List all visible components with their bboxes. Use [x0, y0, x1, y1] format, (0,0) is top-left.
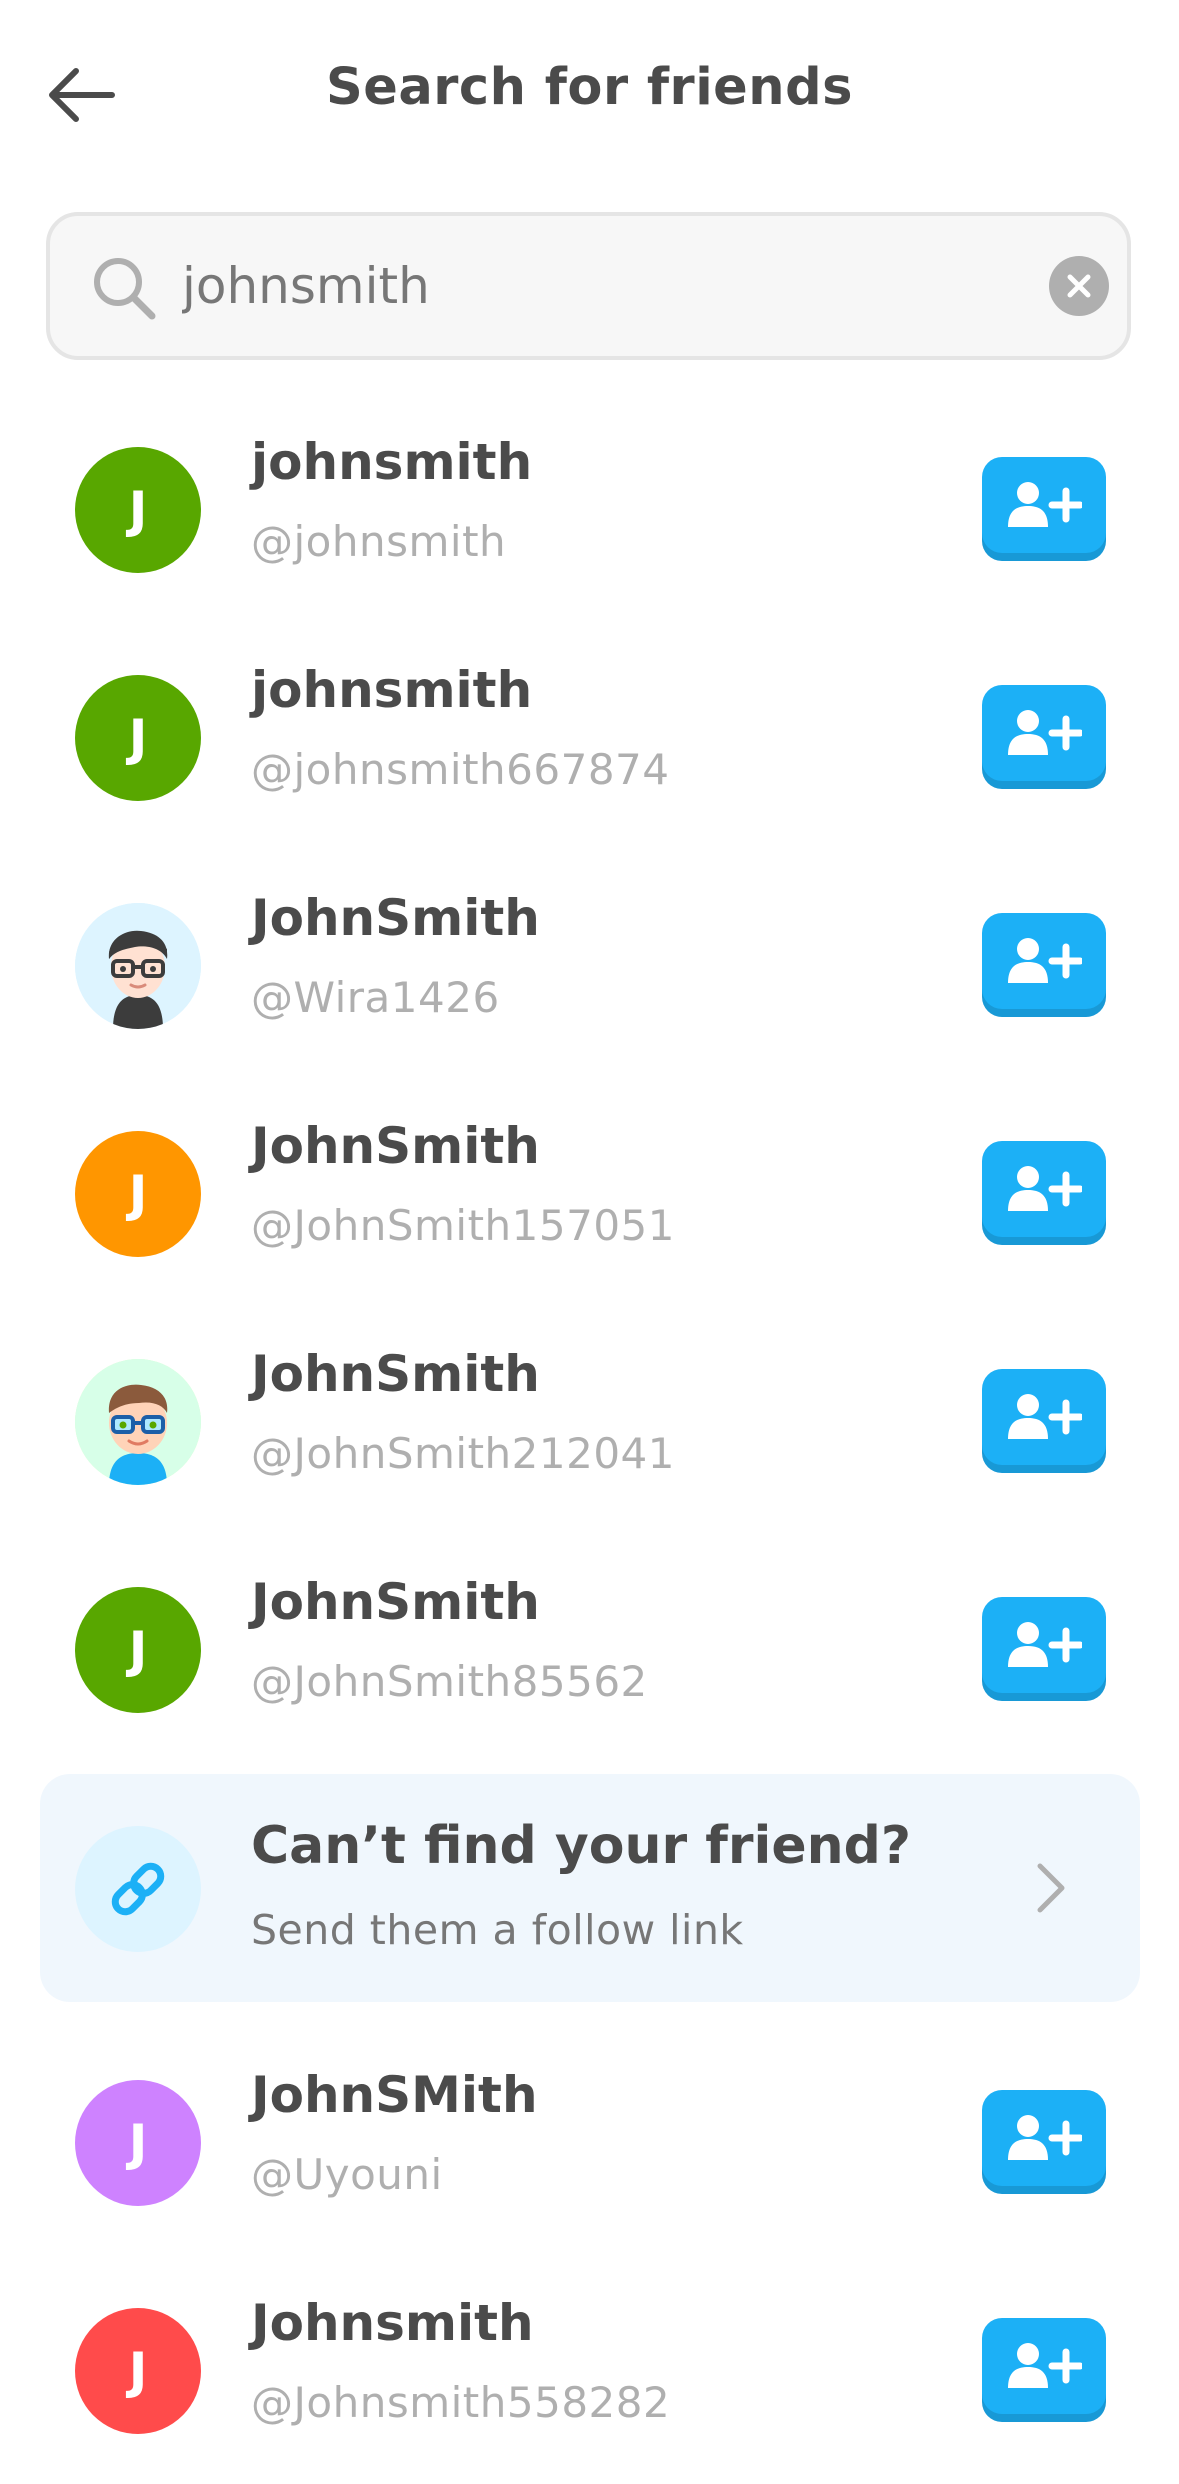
search-icon: [94, 258, 156, 320]
character-avatar-icon: [75, 1359, 201, 1485]
avatar-initial: J: [128, 481, 148, 539]
clear-search-button[interactable]: [1049, 256, 1109, 316]
search-input[interactable]: [182, 244, 1042, 328]
chevron-right-icon: [1037, 1863, 1065, 1913]
avatar: J: [75, 2080, 201, 2206]
result-row[interactable]: J JohnSmith @JohnSmith85562: [0, 1535, 1179, 1763]
link-icon-circle: [75, 1826, 201, 1952]
close-icon: [1067, 274, 1091, 298]
user-display-name: johnsmith: [251, 433, 533, 491]
add-user-icon: [1008, 1166, 1082, 1211]
follow-button[interactable]: [982, 2318, 1106, 2414]
follow-button[interactable]: [982, 457, 1106, 553]
avatar: [75, 1359, 201, 1485]
avatar: J: [75, 675, 201, 801]
user-handle: @johnsmith667874: [251, 745, 670, 794]
avatar: J: [75, 1587, 201, 1713]
avatar: J: [75, 1131, 201, 1257]
user-display-name: JohnSMith: [251, 2066, 538, 2124]
avatar-initial: J: [128, 1165, 148, 1223]
header: Search for friends: [0, 0, 1179, 185]
user-display-name: JohnSmith: [251, 1117, 540, 1175]
user-handle: @JohnSmith212041: [251, 1429, 675, 1478]
result-row[interactable]: J JohnSmith @JohnSmith157051: [0, 1079, 1179, 1307]
add-user-icon: [1008, 2343, 1082, 2388]
avatar-initial: J: [128, 2342, 148, 2400]
avatar-initial: J: [128, 2114, 148, 2172]
follow-button[interactable]: [982, 1597, 1106, 1693]
avatar: J: [75, 447, 201, 573]
follow-button[interactable]: [982, 685, 1106, 781]
result-row[interactable]: JohnSmith @Wira1426: [0, 851, 1179, 1079]
link-icon: [111, 1862, 165, 1916]
user-handle: @johnsmith: [251, 517, 507, 566]
user-handle: @JohnSmith85562: [251, 1657, 648, 1706]
page-title: Search for friends: [326, 58, 853, 117]
result-row[interactable]: Jjohnsmith @johnsmith: [0, 395, 1179, 623]
search-box: [46, 212, 1131, 360]
add-user-icon: [1008, 482, 1082, 527]
avatar: [75, 903, 201, 1029]
add-user-icon: [1008, 1622, 1082, 1667]
result-row[interactable]: J JohnSMith @Uyouni: [0, 2028, 1179, 2256]
result-row[interactable]: JohnSmith @JohnSmith212041: [0, 1307, 1179, 1535]
add-user-icon: [1008, 2115, 1082, 2160]
result-row[interactable]: J Johnsmith @Johnsmith558282: [0, 2256, 1179, 2484]
user-handle: @Johnsmith558282: [251, 2378, 671, 2427]
follow-button[interactable]: [982, 2090, 1106, 2186]
follow-button[interactable]: [982, 913, 1106, 1009]
add-user-icon: [1008, 710, 1082, 755]
avatar-initial: J: [128, 709, 148, 767]
user-handle: @Uyouni: [251, 2150, 443, 2199]
user-display-name: JohnSmith: [251, 1345, 540, 1403]
follow-button[interactable]: [982, 1369, 1106, 1465]
user-display-name: Johnsmith: [251, 2294, 534, 2352]
add-user-icon: [1008, 1394, 1082, 1439]
avatar-initial: J: [128, 1621, 148, 1679]
user-display-name: JohnSmith: [251, 889, 540, 947]
follow-link-title: Can’t find your friend?: [251, 1816, 912, 1876]
result-row[interactable]: Jjohnsmith @johnsmith667874: [0, 623, 1179, 851]
user-handle: @JohnSmith157051: [251, 1201, 675, 1250]
user-display-name: johnsmith: [251, 661, 533, 719]
user-handle: @Wira1426: [251, 973, 500, 1022]
follow-link-card[interactable]: Can’t find your friend? Send them a foll…: [40, 1774, 1140, 2002]
follow-button[interactable]: [982, 1141, 1106, 1237]
user-display-name: JohnSmith: [251, 1573, 540, 1631]
follow-link-subtitle: Send them a follow link: [251, 1906, 744, 1954]
character-avatar-icon: [75, 903, 201, 1029]
add-user-icon: [1008, 938, 1082, 983]
avatar: J: [75, 2308, 201, 2434]
